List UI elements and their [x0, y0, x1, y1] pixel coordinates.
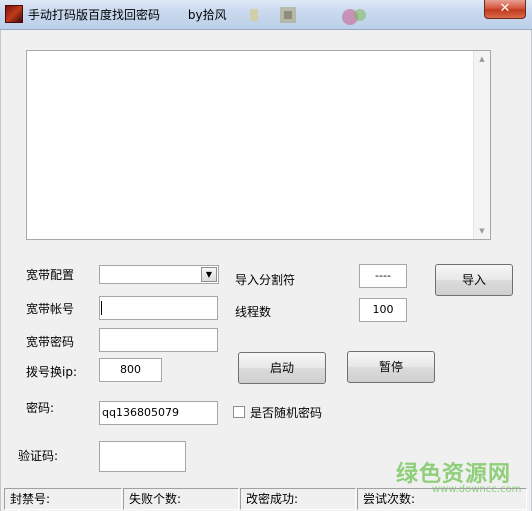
- title-bar[interactable]: 手动打码版百度找回密码 by拾风 ✕: [0, 0, 532, 30]
- window-title-text: 手动打码版百度找回密码: [28, 8, 161, 22]
- import-separator-input[interactable]: ----: [359, 264, 407, 288]
- import-separator-label: 导入分割符: [235, 273, 296, 287]
- scroll-down-arrow-icon[interactable]: ▼: [474, 223, 490, 239]
- broadband-config-select[interactable]: ▼: [99, 265, 219, 284]
- thread-count-input[interactable]: 100: [359, 298, 407, 322]
- title-decoration-icon: [250, 7, 366, 25]
- status-attempts: 尝试次数:: [357, 488, 527, 510]
- random-password-checkbox[interactable]: [233, 406, 245, 418]
- status-changed: 改密成功:: [240, 488, 356, 510]
- password-label: 密码:: [26, 401, 55, 415]
- app-logo-icon: [5, 5, 23, 23]
- password-input[interactable]: qq136805079: [99, 401, 218, 425]
- random-password-label: 是否随机密码: [250, 406, 323, 420]
- text-caret: [101, 301, 102, 315]
- dial-ip-label: 拨号换ip:: [26, 365, 77, 379]
- broadband-config-label: 宽带配置: [26, 268, 75, 282]
- chevron-down-icon[interactable]: ▼: [201, 267, 217, 282]
- captcha-input[interactable]: [99, 441, 186, 472]
- dial-ip-input[interactable]: 800: [99, 358, 162, 382]
- pause-button[interactable]: 暂停: [347, 351, 435, 383]
- thread-count-label: 线程数: [235, 305, 272, 319]
- import-button[interactable]: 导入: [435, 264, 513, 296]
- broadband-password-input[interactable]: [99, 328, 218, 352]
- broadband-password-label: 宽带密码: [26, 335, 75, 349]
- start-button[interactable]: 启动: [238, 352, 326, 384]
- close-button[interactable]: ✕: [484, 0, 526, 19]
- broadband-account-label: 宽带帐号: [26, 302, 75, 316]
- broadband-account-input[interactable]: [99, 296, 218, 320]
- log-textarea[interactable]: ▲ ▼: [26, 50, 491, 240]
- status-failed: 失败个数:: [123, 488, 239, 510]
- window-title-author: by拾风: [187, 8, 227, 22]
- captcha-label: 验证码:: [18, 449, 59, 463]
- status-banned: 封禁号:: [4, 488, 122, 510]
- window-title: 手动打码版百度找回密码 by拾风: [28, 6, 227, 23]
- scroll-up-arrow-icon[interactable]: ▲: [474, 51, 490, 67]
- log-scrollbar[interactable]: ▲ ▼: [473, 51, 490, 239]
- status-bar: 封禁号: 失败个数: 改密成功: 尝试次数:: [0, 488, 532, 511]
